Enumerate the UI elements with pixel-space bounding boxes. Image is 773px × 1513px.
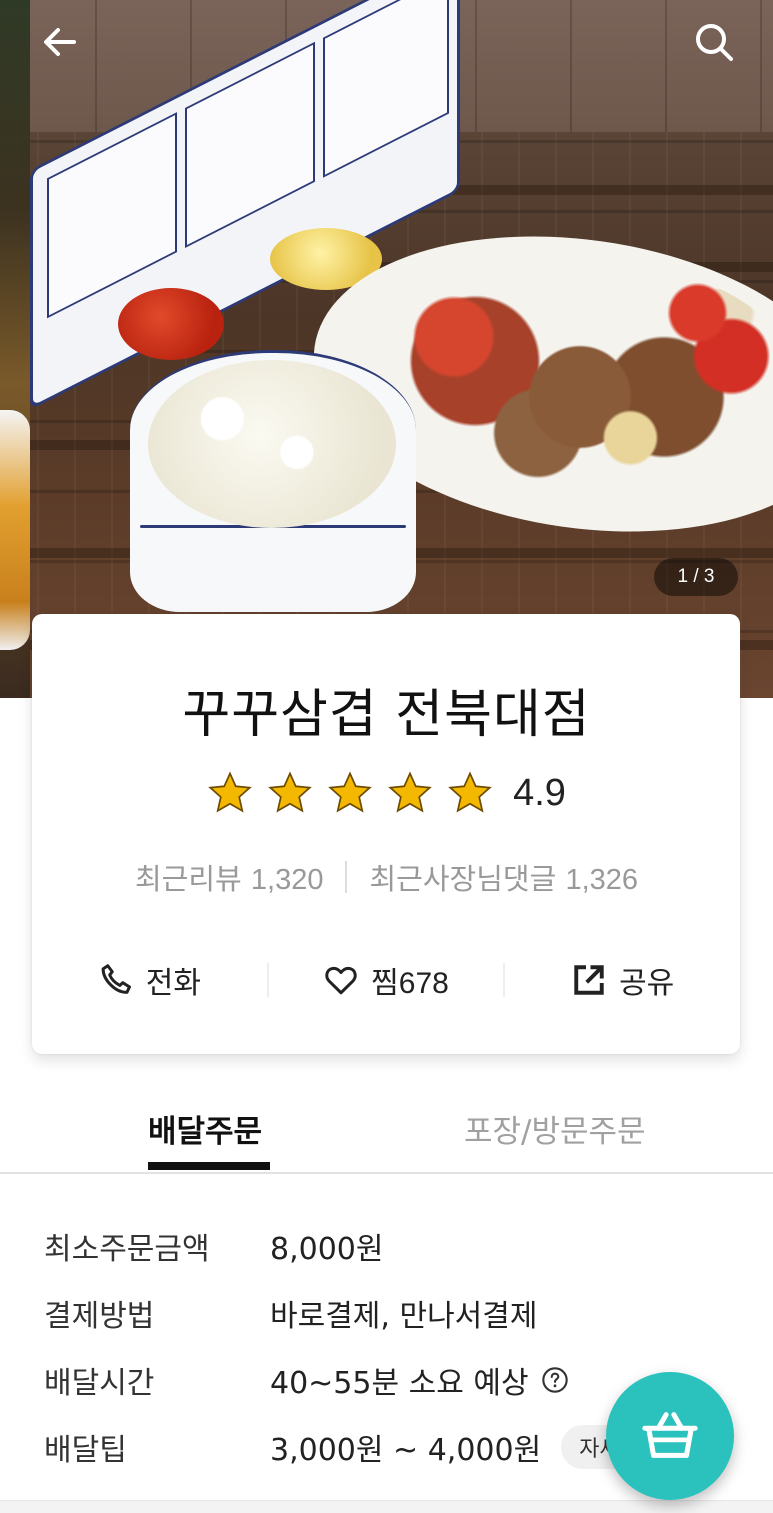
star-icon: [448, 771, 492, 813]
delivery-time-value: 40~55분 소요 예상: [270, 1365, 529, 1401]
call-label: 전화: [145, 966, 201, 1001]
heart-icon: [325, 966, 357, 995]
cart-basket-icon: [642, 1412, 698, 1458]
counts-divider: [345, 861, 348, 893]
rating-row: 4.9: [0, 770, 773, 816]
back-button[interactable]: [36, 18, 84, 66]
tab-pickup[interactable]: 포장/방문주문: [464, 1106, 646, 1151]
delivery-time-label: 배달시간: [44, 1365, 155, 1401]
back-arrow-icon: [44, 28, 76, 56]
star-icon: [328, 771, 372, 813]
delivery-tip-value: 3,000원 ~ 4,000원: [270, 1432, 542, 1468]
tab-delivery[interactable]: 배달주문: [148, 1106, 262, 1151]
min-order-value: 8,000원: [270, 1231, 384, 1267]
recent-reviews-link[interactable]: 최근리뷰 1,320: [135, 856, 324, 898]
review-counts: 최근리뷰 1,320 최근사장님댓글 1,326: [0, 856, 773, 898]
payment-label: 결제방법: [44, 1298, 155, 1334]
recent-reviews-count: 1,320: [250, 864, 324, 896]
delivery-time-value-wrap: 40~55분 소요 예상: [270, 1358, 569, 1402]
cart-button[interactable]: [606, 1372, 734, 1500]
min-order-label: 최소주문금액: [44, 1231, 210, 1267]
star-icon: [208, 771, 252, 813]
order-tabs: 배달주문 포장/방문주문: [0, 1098, 773, 1174]
store-name: 꾸꾸삼겹 전북대점: [182, 685, 591, 745]
image-counter: 1 / 3: [654, 558, 738, 596]
like-count: 678: [398, 967, 449, 1000]
star-icon: [388, 771, 432, 813]
hero-pork-dish: [370, 265, 773, 505]
owner-replies-label: 최근사장님댓글: [369, 862, 557, 896]
star-icon: [268, 771, 312, 813]
hero-rice: [148, 360, 396, 528]
delivery-tip-value-wrap: 3,000원 ~ 4,000원 자세히: [270, 1424, 658, 1469]
bottom-divider: [0, 1500, 773, 1513]
share-button[interactable]: 공유: [505, 958, 740, 1002]
tray-cell: [323, 0, 449, 178]
recent-reviews-label: 최근리뷰: [134, 862, 242, 896]
rating-value: 4.9: [513, 771, 566, 814]
call-button[interactable]: 전화: [32, 958, 267, 1002]
share-icon: [574, 965, 604, 995]
like-button[interactable]: 찜678: [269, 958, 504, 1002]
phone-icon: [101, 964, 131, 994]
search-button[interactable]: [690, 18, 738, 66]
owner-replies-link[interactable]: 최근사장님댓글 1,326: [369, 856, 638, 898]
payment-value: 바로결제, 만나서결제: [270, 1298, 538, 1334]
info-row-min-order: 최소주문금액 8,000원: [44, 1212, 744, 1279]
hero-red-sauce: [118, 288, 224, 360]
help-circle-icon[interactable]: [541, 1366, 569, 1394]
delivery-tip-label: 배달팁: [44, 1432, 127, 1468]
search-icon: [696, 24, 733, 61]
info-row-payment: 결제방법 바로결제, 만나서결제: [44, 1279, 744, 1346]
tab-active-indicator: [148, 1162, 270, 1170]
share-label: 공유: [619, 966, 675, 1001]
like-label: 찜: [371, 966, 399, 1001]
hero-image[interactable]: 1 / 3: [0, 0, 773, 698]
owner-replies-count: 1,326: [565, 864, 639, 896]
action-bar: 전화 찜678 공유: [32, 950, 740, 1010]
hero-side-bowl: [0, 410, 30, 650]
tray-cell: [47, 112, 177, 319]
